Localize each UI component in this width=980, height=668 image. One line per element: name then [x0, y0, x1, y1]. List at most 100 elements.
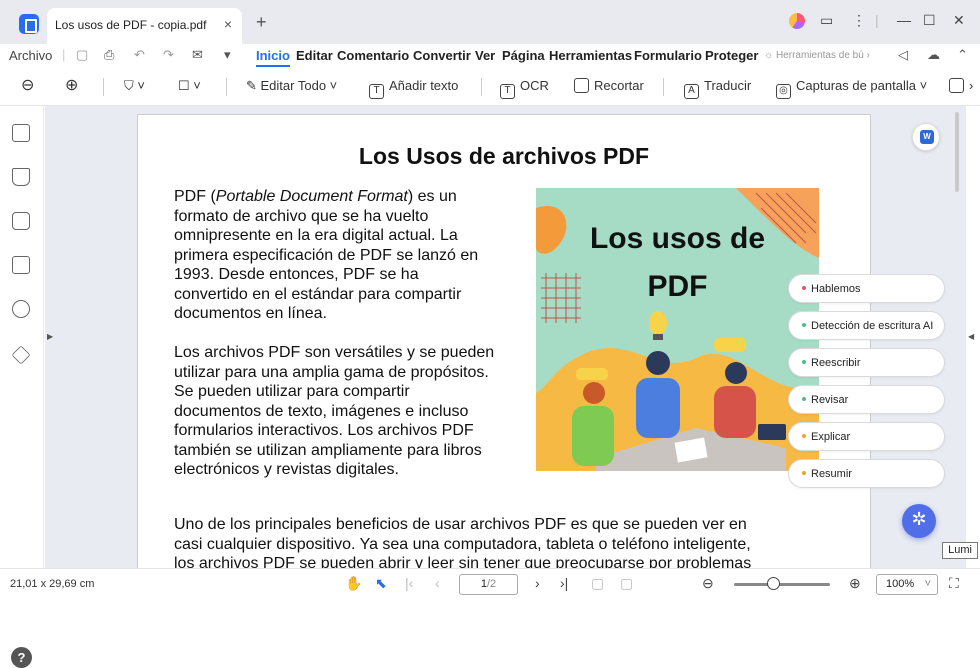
- paragraph-1-rest: ) es un: [407, 188, 457, 205]
- ai-action-revisar[interactable]: Revisar: [788, 385, 945, 414]
- crop-label: Recortar: [594, 78, 644, 93]
- toolbar-divider: [226, 78, 227, 96]
- print-icon[interactable]: ⎙: [104, 47, 114, 63]
- ai-action-label: Reescribir: [811, 357, 861, 369]
- paragraph-2-line: formularios interactivos. Los archivos P…: [174, 422, 474, 439]
- new-tab-button[interactable]: +: [256, 12, 267, 33]
- select-tool-icon[interactable]: ⬉: [375, 575, 387, 592]
- rotate-view-icon[interactable]: ▢: [620, 575, 633, 592]
- document-tab[interactable]: Los usos de PDF - copia.pdf ×: [47, 8, 242, 44]
- single-page-view-icon[interactable]: ▢: [591, 575, 604, 592]
- zoom-slider[interactable]: [734, 583, 830, 586]
- zoom-out-icon[interactable]: ⊖: [21, 75, 34, 95]
- menu-formulario[interactable]: Formulario: [634, 48, 702, 63]
- vertical-scrollbar[interactable]: [955, 112, 959, 192]
- ai-action-reescribir[interactable]: Reescribir: [788, 348, 945, 377]
- status-dot: [802, 397, 806, 401]
- attachment-icon[interactable]: [12, 256, 30, 274]
- paragraph-3-line: Uno de los principales beneficios de usa…: [174, 516, 747, 533]
- message-icon[interactable]: ▭: [820, 12, 833, 29]
- paragraph-1-line: documentos en línea.: [174, 305, 327, 322]
- paragraph-2-line: documentos de texto, imágenes e incluso: [174, 402, 469, 420]
- fullscreen-icon[interactable]: ⛶: [949, 575, 959, 592]
- screenshot-button[interactable]: ◎ Capturas de pantalla ˅: [776, 78, 927, 99]
- menu-inicio[interactable]: Inicio: [256, 48, 290, 67]
- screenshot-label: Capturas de pantalla: [796, 78, 916, 93]
- add-text-button[interactable]: T Añadir texto: [369, 78, 458, 99]
- share-icon[interactable]: ◁: [898, 47, 908, 63]
- tools-search[interactable]: ☼ Herramientas de bú ›: [764, 50, 870, 61]
- collapse-ribbon-icon[interactable]: ⌃: [957, 47, 968, 63]
- zoom-slider-handle[interactable]: [767, 577, 780, 590]
- menu-bar: Archivo | ▢ ⎙ ↶ ↷ ✉ ▾ Inicio Editar Come…: [0, 44, 980, 68]
- left-panel-expand-icon[interactable]: ▶: [47, 332, 53, 341]
- menu-comentario[interactable]: Comentario: [337, 48, 409, 63]
- ai-action-explicar[interactable]: Explicar: [788, 422, 945, 451]
- paragraph-2-line: electrónicos y revistas digitales.: [174, 461, 399, 478]
- mail-icon[interactable]: ✉: [192, 47, 203, 63]
- status-dot: [802, 471, 806, 475]
- maximize-button[interactable]: ☐: [923, 12, 936, 29]
- highlight-tool-icon[interactable]: ⛉ ˅: [124, 78, 145, 94]
- paragraph-1-prefix: PDF (: [174, 188, 216, 205]
- layers-icon[interactable]: [11, 345, 31, 365]
- previous-page-icon[interactable]: ‹: [435, 575, 440, 591]
- convert-to-word-button[interactable]: W: [912, 123, 940, 151]
- bookmark-icon[interactable]: [12, 168, 30, 186]
- undo-icon[interactable]: ↶: [134, 47, 145, 63]
- right-panel-expand-icon[interactable]: ◀: [968, 332, 974, 341]
- zoom-level-select[interactable]: 100% ˅: [876, 574, 938, 595]
- redo-icon[interactable]: ↷: [163, 47, 174, 63]
- menu-herramientas[interactable]: Herramientas: [549, 48, 632, 63]
- ai-action-resumir[interactable]: Resumir: [788, 459, 945, 488]
- menu-divider: |: [62, 47, 66, 62]
- ai-action-hablemos[interactable]: Hablemos: [788, 274, 945, 303]
- quick-access-dropdown-icon[interactable]: ▾: [224, 47, 231, 63]
- first-page-icon[interactable]: |‹: [405, 575, 413, 591]
- menu-editar[interactable]: Editar: [296, 48, 333, 63]
- search-icon[interactable]: [12, 300, 30, 318]
- menu-file[interactable]: Archivo: [9, 48, 52, 63]
- avatar[interactable]: [789, 13, 805, 29]
- edit-all-button[interactable]: ✎ Editar Todo ˅: [246, 78, 337, 94]
- zoom-in-icon[interactable]: ⊕: [849, 575, 861, 592]
- close-window-button[interactable]: ✕: [953, 12, 965, 29]
- cloud-upload-icon[interactable]: ☁: [927, 47, 940, 63]
- menu-convertir[interactable]: Convertir: [413, 48, 471, 63]
- ai-action-label: Resumir: [811, 468, 852, 480]
- lumi-tooltip: Lumi: [942, 542, 978, 559]
- toolbar: ⊖ ⊕ ⛉ ˅ ☐ ˅ ✎ Editar Todo ˅ T Añadir text…: [0, 68, 980, 106]
- lumi-assistant-button[interactable]: [902, 504, 936, 538]
- menu-proteger[interactable]: Proteger: [705, 48, 758, 63]
- total-pages: /2: [486, 578, 497, 590]
- ocr-button[interactable]: T OCR: [500, 78, 549, 99]
- thumbnails-icon[interactable]: [12, 124, 30, 142]
- hand-tool-icon[interactable]: ✋: [345, 575, 362, 592]
- menu-ver[interactable]: Ver: [475, 48, 495, 63]
- tab-close-icon[interactable]: ×: [224, 16, 232, 32]
- minimize-button[interactable]: —: [897, 12, 911, 28]
- app-logo-icon: [19, 14, 39, 34]
- last-page-icon[interactable]: ›|: [560, 575, 568, 591]
- translate-button[interactable]: A Traducir: [684, 78, 751, 99]
- comments-icon[interactable]: [12, 212, 30, 230]
- ocr-label: OCR: [520, 78, 549, 93]
- shape-tool-icon[interactable]: ☐ ˅: [178, 78, 201, 94]
- menu-pagina[interactable]: Página: [502, 48, 545, 63]
- paragraph-1-line: omnipresente en la era digital actual. L…: [174, 227, 458, 244]
- ai-action-ai-writing-detection[interactable]: Detección de escritura AI: [788, 311, 945, 340]
- pdf-page: Los Usos de archivos PDF PDF (Portable D…: [137, 114, 871, 568]
- crop-button[interactable]: Recortar: [574, 78, 644, 93]
- toolbar-divider: [481, 78, 482, 96]
- save-icon[interactable]: ▢: [76, 47, 88, 63]
- paragraph-1: PDF (Portable Document Format) es un for…: [174, 187, 524, 324]
- panel-toggle-icon[interactable]: ›: [949, 78, 973, 93]
- more-options-icon[interactable]: ⋮: [852, 12, 866, 29]
- zoom-in-icon[interactable]: ⊕: [65, 75, 78, 95]
- help-icon[interactable]: ?: [11, 647, 32, 668]
- word-icon: W: [920, 130, 934, 144]
- next-page-icon[interactable]: ›: [535, 575, 540, 591]
- page-number-input[interactable]: 1/2: [459, 574, 518, 595]
- ai-action-label: Hablemos: [811, 283, 861, 295]
- zoom-out-icon[interactable]: ⊖: [702, 575, 714, 592]
